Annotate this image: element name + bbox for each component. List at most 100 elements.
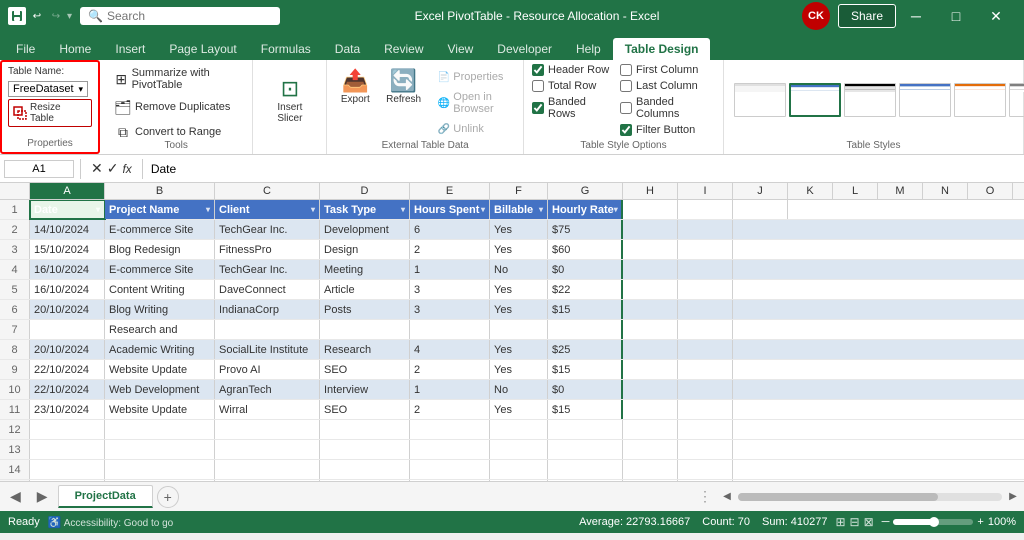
- cell-rate-4[interactable]: $0: [548, 260, 623, 279]
- cell-task-2[interactable]: Development: [320, 220, 410, 239]
- cell-project-9[interactable]: Website Update: [105, 360, 215, 379]
- cell-h1[interactable]: [623, 200, 678, 219]
- cell-date-3[interactable]: 15/10/2024: [30, 240, 105, 259]
- cell-i5[interactable]: [678, 280, 733, 299]
- zoom-slider-thumb[interactable]: [929, 517, 939, 527]
- minimize-button[interactable]: ─: [896, 0, 936, 32]
- cell-rate-2[interactable]: $75: [548, 220, 623, 239]
- cell-hours-10[interactable]: 1: [410, 380, 490, 399]
- cell-task-10[interactable]: Interview: [320, 380, 410, 399]
- sheet-tab-projectdata[interactable]: ProjectData: [58, 485, 153, 508]
- cell-j1[interactable]: [733, 200, 788, 219]
- search-input[interactable]: [107, 9, 267, 23]
- cell-i2[interactable]: [678, 220, 733, 239]
- col-header-i[interactable]: I: [678, 183, 733, 199]
- tab-page-layout[interactable]: Page Layout: [157, 38, 248, 60]
- cell-client-7[interactable]: [215, 320, 320, 339]
- cell-c13[interactable]: [215, 440, 320, 459]
- table-style-green[interactable]: [789, 83, 841, 117]
- header-row-checkbox[interactable]: [532, 64, 544, 76]
- cell-hours-6[interactable]: 3: [410, 300, 490, 319]
- last-column-checkbox[interactable]: [620, 80, 632, 92]
- table-style-gray[interactable]: [1009, 83, 1024, 117]
- first-column-checkbox[interactable]: [620, 64, 632, 76]
- quick-access-dropdown[interactable]: ▾: [67, 11, 72, 22]
- row-num-2[interactable]: 2: [0, 220, 30, 239]
- filter-btn-project[interactable]: ▾: [206, 205, 210, 214]
- cell-i8[interactable]: [678, 340, 733, 359]
- cell-billable-10[interactable]: No: [490, 380, 548, 399]
- header-cell-date[interactable]: Date▾: [30, 200, 105, 219]
- header-cell-rate[interactable]: Hourly Rate▾: [548, 200, 623, 219]
- cell-g13[interactable]: [548, 440, 623, 459]
- cell-d12[interactable]: [320, 420, 410, 439]
- cell-billable-7[interactable]: [490, 320, 548, 339]
- banded-rows-checkbox[interactable]: [532, 102, 544, 114]
- table-name-input[interactable]: FreeDataset ▾: [8, 81, 88, 97]
- header-row-option[interactable]: Header Row: [532, 64, 612, 76]
- banded-columns-checkbox[interactable]: [620, 102, 632, 114]
- cell-h4[interactable]: [623, 260, 678, 279]
- banded-columns-option[interactable]: Banded Columns: [620, 96, 715, 120]
- cell-h2[interactable]: [623, 220, 678, 239]
- formula-input[interactable]: [149, 160, 1020, 178]
- page-break-view-button[interactable]: ⊠: [864, 515, 874, 529]
- table-style-dark[interactable]: [844, 83, 896, 117]
- cell-hours-9[interactable]: 2: [410, 360, 490, 379]
- col-header-g[interactable]: G: [548, 183, 623, 199]
- cell-i3[interactable]: [678, 240, 733, 259]
- resize-table-button[interactable]: Resize Table: [8, 99, 92, 127]
- cell-g14[interactable]: [548, 460, 623, 479]
- col-header-k[interactable]: K: [788, 183, 833, 199]
- cell-project-3[interactable]: Blog Redesign: [105, 240, 215, 259]
- row-num-4[interactable]: 4: [0, 260, 30, 279]
- cell-task-8[interactable]: Research: [320, 340, 410, 359]
- col-header-a[interactable]: A: [30, 183, 105, 199]
- header-cell-client[interactable]: Client▾: [215, 200, 320, 219]
- col-header-e[interactable]: E: [410, 183, 490, 199]
- cell-project-4[interactable]: E-commerce Site: [105, 260, 215, 279]
- share-button[interactable]: Share: [838, 4, 896, 28]
- row-num-1[interactable]: 1: [0, 200, 30, 219]
- cell-e13[interactable]: [410, 440, 490, 459]
- cell-e12[interactable]: [410, 420, 490, 439]
- total-row-option[interactable]: Total Row: [532, 80, 612, 92]
- cell-billable-4[interactable]: No: [490, 260, 548, 279]
- cell-rate-3[interactable]: $60: [548, 240, 623, 259]
- header-cell-billable[interactable]: Billable▾: [490, 200, 548, 219]
- row-num-14[interactable]: 14: [0, 460, 30, 479]
- unlink-button[interactable]: 🔗 Unlink: [432, 120, 521, 138]
- summarize-pivottable-button[interactable]: ⊞ Summarize with PivotTable: [108, 64, 244, 94]
- cell-date-9[interactable]: 22/10/2024: [30, 360, 105, 379]
- cell-task-4[interactable]: Meeting: [320, 260, 410, 279]
- cell-client-6[interactable]: IndianaCorp: [215, 300, 320, 319]
- cell-date-6[interactable]: 20/10/2024: [30, 300, 105, 319]
- col-header-j[interactable]: J: [733, 183, 788, 199]
- row-num-3[interactable]: 3: [0, 240, 30, 259]
- filter-btn-date[interactable]: ▾: [96, 205, 100, 214]
- cell-h7[interactable]: [623, 320, 678, 339]
- cell-h10[interactable]: [623, 380, 678, 399]
- cell-rate-11[interactable]: $15: [548, 400, 623, 419]
- scroll-right-button[interactable]: ▶: [1006, 490, 1020, 504]
- cell-i4[interactable]: [678, 260, 733, 279]
- cell-date-11[interactable]: 23/10/2024: [30, 400, 105, 419]
- row-num-6[interactable]: 6: [0, 300, 30, 319]
- cell-client-10[interactable]: AgranTech: [215, 380, 320, 399]
- tab-help[interactable]: Help: [564, 38, 613, 60]
- cell-c12[interactable]: [215, 420, 320, 439]
- tab-view[interactable]: View: [436, 38, 486, 60]
- row-num-8[interactable]: 8: [0, 340, 30, 359]
- cell-date-10[interactable]: 22/10/2024: [30, 380, 105, 399]
- cell-hours-11[interactable]: 2: [410, 400, 490, 419]
- cell-hours-2[interactable]: 6: [410, 220, 490, 239]
- cell-f14[interactable]: [490, 460, 548, 479]
- tab-home[interactable]: Home: [47, 38, 103, 60]
- cell-g12[interactable]: [548, 420, 623, 439]
- cell-hours-3[interactable]: 2: [410, 240, 490, 259]
- cell-date-5[interactable]: 16/10/2024: [30, 280, 105, 299]
- table-style-blue[interactable]: [899, 83, 951, 117]
- col-header-m[interactable]: M: [878, 183, 923, 199]
- formula-insert-icon[interactable]: fx: [122, 162, 131, 176]
- cell-billable-6[interactable]: Yes: [490, 300, 548, 319]
